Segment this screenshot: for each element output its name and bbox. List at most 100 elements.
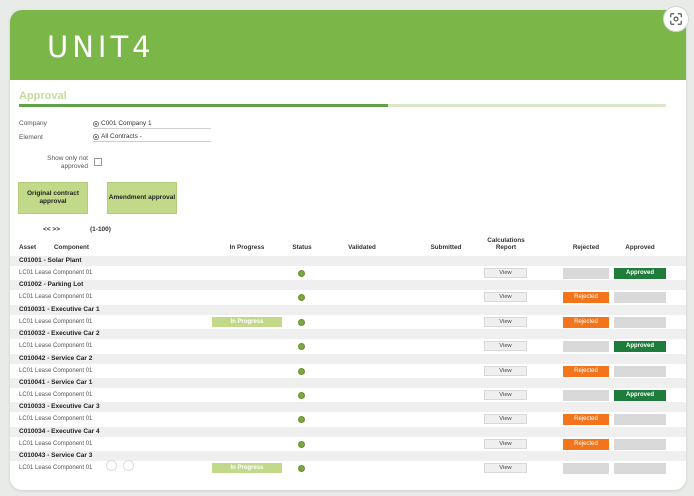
component-cell: LC01 Lease Component 01 (19, 465, 93, 472)
asset-group-row: C01001 - Solar Plant (10, 256, 686, 266)
component-cell: LC01 Lease Component 01 (19, 392, 93, 398)
workflow-progress-fill (19, 104, 388, 107)
col-component: Component (54, 244, 89, 251)
reject-button[interactable]: Rejected (563, 414, 609, 426)
reject-button[interactable]: Rejected (563, 365, 609, 377)
asset-group-row: C010034 - Executive Car 4 (10, 426, 686, 437)
original-contract-approval-button[interactable]: Original contract approval (18, 182, 88, 214)
reject-button[interactable]: Rejected (563, 292, 609, 304)
app-window: UNIT4 Approval Company C001 Company 1 El… (10, 10, 686, 490)
col-submitted: Submitted (430, 244, 462, 251)
col-validated: Validated (348, 244, 376, 251)
show-only-label-line1: Show only not (47, 155, 88, 162)
approve-button[interactable] (614, 365, 666, 377)
status-dot-icon (298, 392, 305, 399)
view-report-button[interactable]: View (484, 365, 527, 376)
element-field[interactable]: All Contracts - (93, 132, 211, 142)
reject-button[interactable] (563, 268, 609, 279)
table-row: LC01 Lease Component 01 View Rejected (10, 364, 686, 378)
status-dot-icon (298, 318, 305, 326)
status-dot-icon (298, 440, 305, 448)
approve-button[interactable]: Approved (614, 268, 666, 279)
pager-range: (1-100) (90, 226, 111, 233)
status-dot-icon (298, 343, 305, 351)
page-title: Approval (19, 90, 67, 102)
col-calc-line1: Calculations (487, 237, 525, 244)
col-approved: Approved (625, 244, 655, 251)
status-dot-icon (298, 294, 305, 302)
view-report-button[interactable]: View (484, 463, 527, 474)
view-report-button[interactable]: View (484, 316, 527, 327)
google-lens-icon[interactable] (663, 6, 689, 32)
col-calculations-report: Calculations Report (476, 237, 536, 251)
video-camera-icon[interactable] (106, 460, 117, 471)
table-row: LC01 Lease Component 01 View Rejected (10, 412, 686, 426)
table-row: LC01 Lease Component 01 View Approved (10, 388, 686, 402)
asset-group-row: C01002 - Parking Lot (10, 280, 686, 291)
asset-group-row: C010041 - Service Car 1 (10, 378, 686, 388)
unit4-logo: UNIT4 (47, 30, 155, 64)
component-cell: LC01 Lease Component 01 (19, 367, 93, 374)
table-row: LC01 Lease Component 01 In Progress View Re… (10, 315, 686, 329)
company-value: C001 Company 1 (101, 120, 152, 127)
original-button-line1: Original contract (26, 190, 79, 197)
table-row: LC01 Lease Component 01 View Approved (10, 339, 686, 353)
element-radio-icon (93, 133, 99, 140)
asset-group-row: C010033 - Executive Car 3 (10, 402, 686, 413)
component-cell: LC01 Lease Component 01 (19, 318, 93, 325)
view-report-button[interactable]: View (484, 390, 527, 400)
status-dot-icon (298, 367, 305, 375)
reject-button[interactable] (563, 463, 609, 475)
asset-group-row: C010042 - Service Car 2 (10, 353, 686, 364)
more-options-icon[interactable] (123, 460, 134, 471)
original-button-line2: approval (39, 198, 67, 205)
component-cell: LC01 Lease Component 01 (19, 294, 93, 301)
element-value: All Contracts - (101, 133, 142, 140)
approve-button[interactable] (614, 292, 666, 304)
reject-button[interactable]: Rejected (563, 438, 609, 450)
col-in-progress: In Progress (229, 244, 265, 251)
col-calc-line2: Report (495, 244, 517, 251)
workflow-progress-bar (19, 104, 666, 107)
table-row: LC01 Lease Component 01 View Approved (10, 266, 686, 280)
company-label: Company (19, 120, 47, 127)
table-row: LC01 Lease Component 01 View Rejected (10, 437, 686, 451)
company-field[interactable]: C001 Company 1 (93, 119, 211, 129)
media-overlay-controls (106, 460, 134, 471)
reject-button[interactable] (563, 390, 609, 401)
col-status: Status (292, 244, 312, 251)
approve-button[interactable] (614, 463, 666, 475)
component-cell: LC01 Lease Component 01 (19, 416, 93, 423)
app-header: UNIT4 (10, 10, 686, 80)
col-rejected: Rejected (572, 244, 600, 251)
in-progress-badge: In Progress (212, 316, 282, 327)
lens-glyph (670, 13, 682, 25)
status-dot-icon (298, 416, 305, 424)
approve-button[interactable] (614, 316, 666, 328)
amendment-approval-button[interactable]: Amendment approval (107, 182, 177, 214)
component-cell: LC01 Lease Component 01 (19, 440, 93, 447)
pager-arrows[interactable]: << >> (43, 226, 60, 233)
asset-group-row: C010032 - Executive Car 2 (10, 329, 686, 340)
show-only-not-approved-checkbox[interactable] (94, 158, 102, 166)
approve-button[interactable]: Approved (614, 390, 666, 401)
approve-button[interactable]: Approved (614, 341, 666, 353)
status-dot-icon (298, 270, 305, 277)
view-report-button[interactable]: View (484, 414, 527, 425)
view-report-button[interactable]: View (484, 341, 527, 352)
in-progress-badge: In Progress (212, 463, 282, 474)
view-report-button[interactable]: View (484, 268, 527, 278)
reject-button[interactable]: Rejected (563, 316, 609, 328)
component-cell: LC01 Lease Component 01 (19, 270, 93, 276)
company-radio-icon (93, 120, 99, 127)
approve-button[interactable] (614, 414, 666, 426)
col-asset: Asset (19, 244, 37, 251)
status-dot-icon (298, 465, 305, 473)
view-report-button[interactable]: View (484, 438, 527, 449)
asset-group-row: C010031 - Executive Car 1 (10, 304, 686, 315)
approve-button[interactable] (614, 438, 666, 450)
table-row: LC01 Lease Component 01 View Rejected (10, 290, 686, 304)
show-only-label-line2: approved (60, 163, 88, 170)
view-report-button[interactable]: View (484, 292, 527, 303)
reject-button[interactable] (563, 341, 609, 353)
